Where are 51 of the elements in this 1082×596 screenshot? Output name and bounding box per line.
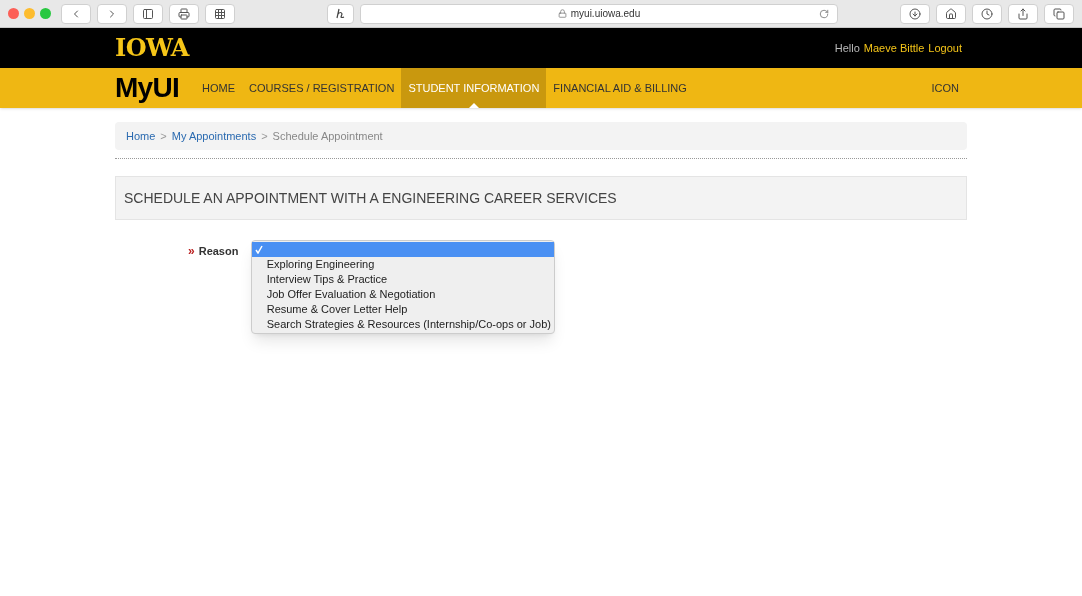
address-text: myui.uiowa.edu — [570, 7, 641, 21]
grid-button[interactable] — [205, 3, 235, 24]
breadcrumb-current: Schedule Appointment — [272, 128, 383, 144]
home-button[interactable] — [936, 3, 966, 24]
back-button[interactable] — [61, 3, 91, 24]
breadcrumb-link[interactable]: Home — [126, 127, 156, 145]
downloads-button[interactable] — [900, 3, 930, 24]
lock-icon — [557, 9, 567, 18]
nav-item[interactable]: HOME — [195, 68, 243, 108]
clock-icon — [981, 7, 993, 20]
breadcrumb-separator: > — [160, 128, 167, 144]
close-window-icon[interactable] — [8, 8, 19, 19]
myui-logo[interactable]: MyUI — [115, 74, 180, 102]
maximize-window-icon[interactable] — [40, 8, 51, 19]
greeting-text: Hello — [834, 40, 860, 56]
required-marker: » — [188, 243, 195, 260]
dropdown-option[interactable]: Exploring Engineering — [251, 257, 554, 272]
page-title: SCHEDULE AN APPOINTMENT WITH A ENGINEERING CAREER SERVICES — [124, 188, 617, 208]
dropdown-option[interactable]: Search Strategies & Resources (Internship/Co-ops or Job) — [251, 317, 554, 332]
pointer-icon — [468, 103, 479, 108]
iowa-wordmark: IOWA — [115, 36, 189, 60]
nav-item[interactable]: FINANCIAL AID & BILLING — [546, 68, 694, 108]
nav-item[interactable]: ICON — [931, 68, 967, 108]
printer-icon — [178, 7, 190, 20]
reload-icon — [819, 8, 829, 19]
sidebar-button[interactable] — [133, 3, 163, 24]
download-icon — [909, 7, 921, 20]
logout-link[interactable]: Logout — [928, 39, 962, 57]
history-button[interactable] — [972, 3, 1002, 24]
address-bar[interactable]: myui.uiowa.edu — [360, 3, 838, 24]
tabs-icon — [1053, 7, 1065, 20]
share-icon — [1017, 7, 1029, 20]
sidebar-icon — [142, 7, 154, 20]
dropdown-option[interactable]: Job Offer Evaluation & Negotiation — [251, 287, 554, 302]
breadcrumb-separator: > — [261, 128, 268, 144]
checkmark-icon — [255, 245, 264, 254]
share-button[interactable] — [1008, 3, 1038, 24]
home-icon — [945, 7, 957, 20]
dropdown-option[interactable]: Resume & Cover Letter Help — [251, 302, 554, 317]
script-icon — [336, 8, 345, 19]
forward-button[interactable] — [97, 3, 127, 24]
breadcrumb-link[interactable]: My Appointments — [171, 127, 257, 145]
print-button[interactable] — [169, 3, 199, 24]
tabs-button[interactable] — [1044, 3, 1074, 24]
field-label: Reason — [198, 244, 240, 259]
nav-item[interactable]: COURSES / REGISTRATION — [242, 68, 402, 108]
extension-button[interactable] — [327, 3, 354, 24]
user-name: Maeve Bittle — [863, 40, 925, 56]
minimize-window-icon[interactable] — [24, 8, 35, 19]
dropdown-option[interactable]: Interview Tips & Practice — [251, 272, 554, 287]
grid-icon — [214, 7, 226, 20]
